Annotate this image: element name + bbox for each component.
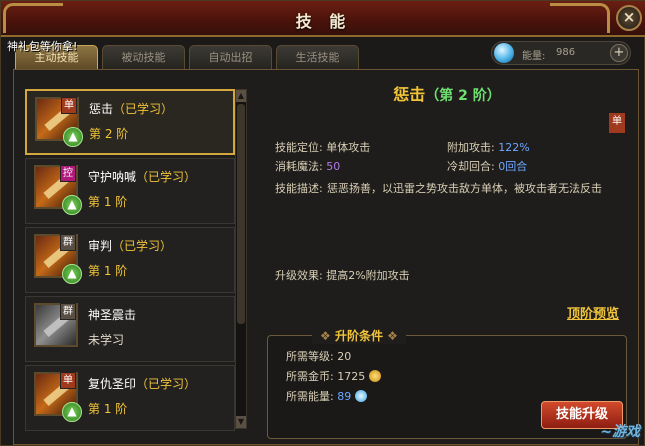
skill-item-shouhu[interactable]: 控 ▲ 守护呐喊（已学习） 第 1 阶 [25, 158, 235, 224]
skill-positioning: 技能定位: 单体攻击 [275, 141, 371, 154]
group-target-badge: 群 [60, 303, 76, 320]
close-button[interactable]: × [616, 5, 642, 31]
required-gold: 所需金币: 1725 [286, 368, 382, 384]
single-target-badge: 单 [61, 97, 77, 114]
energy-gem-icon [355, 390, 368, 402]
tab-life-skills[interactable]: 生活技能 [276, 45, 359, 69]
conditions-title: ❖ 升阶条件 ❖ [312, 327, 406, 344]
top-tier-preview-link[interactable]: 顶阶预览 [567, 303, 619, 322]
skills-window: 技 能 × 神礼包等你拿! 主动技能 被动技能 自动出招 生活技能 能量: 98… [0, 0, 645, 446]
upgrade-arrow-icon: ▲ [62, 402, 82, 422]
skill-list-scrollbar[interactable]: ▲ ▼ [235, 89, 247, 429]
skill-name: 神圣震击 [88, 308, 137, 322]
required-energy: 所需能量: 89 [286, 388, 368, 404]
group-target-badge: 群 [60, 234, 76, 251]
cooldown: 冷却回合: 0回合 [447, 160, 528, 173]
skill-level: 第 1 阶 [88, 195, 128, 209]
scroll-up-arrow-icon[interactable]: ▲ [236, 90, 246, 102]
skill-name: 审判（已学习） [88, 239, 173, 253]
scroll-down-arrow-icon[interactable]: ▼ [236, 416, 246, 428]
watermark-logo: ~游戏 [600, 424, 640, 440]
energy-orb-icon [494, 43, 514, 63]
title-bar: 技 能 × [1, 1, 645, 37]
energy-display: 能量: 986 + [491, 41, 631, 65]
window-title: 技 能 [295, 12, 352, 31]
gold-coin-icon [369, 370, 382, 382]
extra-attack: 附加攻击: 122% [447, 141, 530, 154]
skill-item-fuchou[interactable]: 单 ▲ 复仇圣印（已学习） 第 1 阶 [25, 365, 235, 431]
energy-value: 986 [556, 47, 576, 58]
skill-name: 惩击（已学习） [89, 102, 174, 116]
skill-name: 守护呐喊（已学习） [88, 170, 197, 184]
scroll-thumb[interactable] [237, 104, 245, 324]
skill-item-chengji[interactable]: 单 ▲ 惩击（已学习） 第 2 阶 [25, 89, 235, 155]
add-energy-button[interactable]: + [610, 44, 628, 62]
upgrade-effect: 升级效果: 提高2%附加攻击 [275, 269, 410, 282]
skill-item-shensheng[interactable]: 群 神圣震击 未学习 [25, 296, 235, 362]
tab-auto-attack[interactable]: 自动出招 [189, 45, 272, 69]
skill-description: 技能描述: 惩恶扬善，以迅雷之势攻击敌方单体，被攻击者无法反击 [275, 182, 602, 195]
single-target-badge: 单 [60, 372, 76, 389]
control-badge: 控 [60, 165, 76, 182]
skill-detail-panel: 惩击（第 2 阶） 单 技能定位: 单体攻击 附加攻击: 122% 消耗魔法: … [257, 71, 637, 443]
upgrade-arrow-icon: ▲ [62, 195, 82, 215]
required-level: 所需等级: 20 [286, 350, 352, 363]
skill-item-shenpan[interactable]: 群 ▲ 审判（已学习） 第 1 阶 [25, 227, 235, 293]
skill-level: 第 1 阶 [88, 402, 128, 416]
skill-name: 复仇圣印（已学习） [88, 377, 197, 391]
single-target-badge: 单 [609, 113, 625, 133]
skill-level: 第 1 阶 [88, 264, 128, 278]
upgrade-arrow-icon: ▲ [62, 264, 82, 284]
mana-cost: 消耗魔法: 50 [275, 160, 341, 173]
tab-passive-skills[interactable]: 被动技能 [102, 45, 185, 69]
skill-level: 未学习 [88, 333, 125, 347]
energy-label: 能量: [522, 51, 546, 62]
detail-skill-title: 惩击（第 2 阶） [393, 85, 501, 104]
gift-pack-notice[interactable]: 神礼包等你拿! [7, 38, 77, 54]
skill-level: 第 2 阶 [89, 127, 129, 141]
skill-list: 单 ▲ 惩击（已学习） 第 2 阶 控 ▲ 守护呐喊（已学习） 第 1 阶 群 … [25, 87, 235, 433]
upgrade-arrow-icon: ▲ [63, 127, 83, 147]
